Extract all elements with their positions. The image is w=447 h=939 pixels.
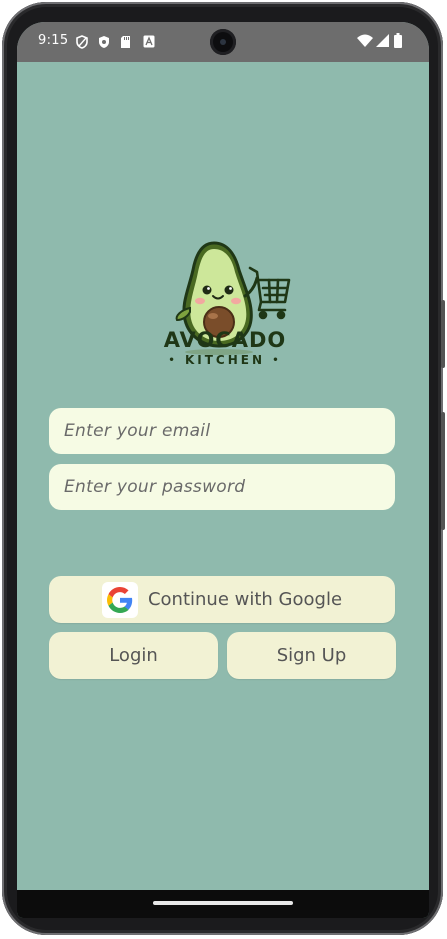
status-bar: 9:15 [17, 22, 429, 62]
brand-dot-right: • [272, 355, 282, 366]
google-button-label: Continue with Google [147, 589, 343, 610]
brand-subtitle-text: KITCHEN [184, 353, 266, 367]
google-icon-badge [101, 581, 138, 618]
google-icon [106, 586, 133, 613]
battery-icon [394, 33, 402, 48]
login-button[interactable]: Login [49, 632, 218, 679]
sign-up-button[interactable]: Sign Up [227, 632, 396, 679]
volume-button [441, 412, 445, 530]
wifi-icon [357, 34, 373, 47]
brand-subtitle: • KITCHEN • [137, 353, 313, 367]
front-camera [210, 29, 236, 55]
app-a-icon [143, 35, 155, 48]
signal-icon [376, 34, 389, 47]
home-gesture-handle[interactable] [153, 901, 293, 905]
shield-check-icon [99, 36, 109, 48]
power-button [441, 300, 445, 368]
status-time: 9:15 [38, 33, 69, 48]
navigation-bar [17, 890, 429, 918]
email-field[interactable] [49, 408, 395, 454]
app-screen: 9:15 AVOCADO • KITCHEN • Enter your emai… [17, 22, 429, 918]
brand-dot-left: • [168, 355, 178, 366]
shopping-cart-icon [248, 266, 291, 320]
sd-card-icon [121, 36, 130, 48]
continue-with-google-button[interactable]: Continue with Google [49, 576, 395, 623]
password-field[interactable] [49, 464, 395, 510]
brand-title: AVOCADO [163, 328, 287, 352]
shield-outline-icon [76, 35, 88, 49]
